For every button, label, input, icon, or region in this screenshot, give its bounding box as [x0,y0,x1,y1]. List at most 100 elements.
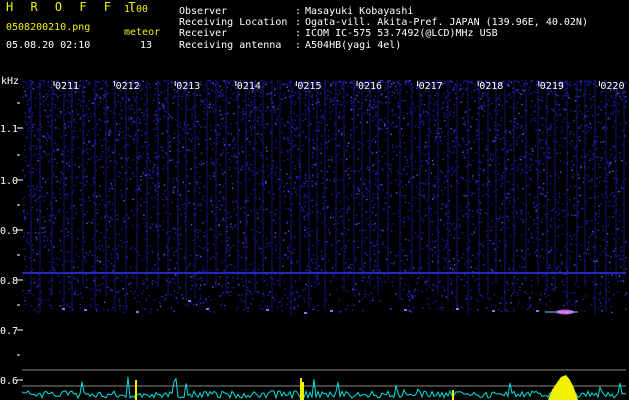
noise-dot [510,96,512,99]
noise-dot [56,180,59,183]
noise-dot [84,184,86,186]
noise-dot [538,129,541,131]
noise-dot [242,110,245,113]
noise-dot [179,194,182,197]
noise-dot [390,251,392,254]
noise-dot [219,208,221,211]
noise-dot [288,127,290,129]
noise-dot [380,184,383,186]
noise-dot [338,130,340,132]
noise-dot [544,213,547,215]
noise-dot [68,306,71,308]
noise-dot [433,124,436,126]
noise-dot [139,155,141,157]
noise-dot [211,89,213,92]
noise-dot [424,208,427,211]
noise-dot [236,306,239,309]
noise-dot [421,238,423,240]
noise-dot [267,93,270,95]
noise-dot [602,239,605,241]
noise-dot [247,310,249,313]
noise-dot [465,281,468,284]
noise-dot [407,85,410,87]
noise-dot [57,149,59,151]
noise-dot [281,131,284,134]
noise-dot [47,298,50,301]
noise-dot [31,126,34,128]
noise-dot [385,131,387,134]
noise-dot [393,92,395,94]
noise-dot [232,276,234,279]
noise-dot [462,87,464,90]
antenna-value: A504HB(yagi 4el) [305,40,402,51]
noise-dot [284,91,286,94]
noise-dot [421,103,423,105]
noise-dot [142,290,145,292]
noise-dot [235,156,238,158]
noise-dot [374,223,376,225]
noise-dot [489,129,491,131]
noise-dot [260,308,262,310]
noise-dot [461,215,464,217]
noise-dot [421,165,423,167]
noise-dot [282,239,285,241]
noise-dot [430,248,432,250]
noise-dot [356,193,358,195]
noise-dot [443,289,446,291]
noise-dot [200,160,203,163]
noise-dot [292,220,295,223]
noise-dot [230,226,232,228]
noise-dot [613,146,616,148]
noise-dot [231,264,233,266]
noise-dot [196,258,198,260]
noise-dot [306,232,308,234]
noise-dot [390,124,392,126]
noise-dot [141,112,144,114]
noise-dot [610,161,612,164]
noise-dot [128,283,130,285]
noise-dot [210,129,212,131]
noise-dot [502,172,505,174]
noise-dot [528,240,530,243]
noise-dot [174,227,176,230]
noise-dot [434,240,437,242]
noise-dot [80,204,82,206]
noise-dot [102,166,105,168]
noise-dot [401,186,404,188]
noise-dot [139,89,142,92]
noise-dot [204,126,206,128]
noise-dot [539,106,541,109]
noise-dot [574,110,576,112]
noise-dot [311,166,313,168]
noise-dot [589,157,591,160]
noise-dot [273,85,275,88]
noise-dot [231,147,233,150]
noise-dot [286,303,288,305]
noise-dot [152,280,154,282]
noise-dot [609,268,612,270]
noise-dot [607,166,610,168]
noise-dot [275,180,277,183]
noise-dot [208,88,210,90]
noise-dot [25,116,27,118]
noise-dot [424,281,426,283]
noise-dot [169,93,171,95]
noise-dot [46,208,48,210]
noise-dot [248,280,251,283]
noise-dot [519,158,521,160]
noise-dot [337,103,339,106]
noise-dot [229,143,231,145]
noise-dot [66,305,69,307]
noise-dot [609,163,612,165]
noise-dot [423,195,425,197]
noise-dot [330,138,332,140]
noise-dot [341,286,343,288]
noise-dot [542,100,544,102]
noise-dot [179,287,181,289]
noise-dot [596,141,599,143]
noise-dot [252,298,254,300]
noise-dot [544,119,547,121]
noise-dot [389,168,391,170]
noise-dot [227,287,229,289]
noise-dot [302,120,305,122]
